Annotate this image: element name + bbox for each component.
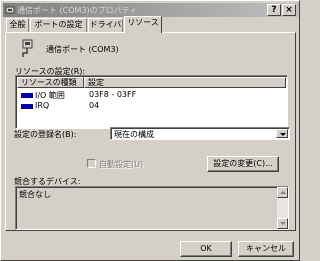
- change-setting-button[interactable]: 設定の変更(C)...: [207, 156, 279, 172]
- resources-panel: 通信ポート (COM3) リソースの設定(R): リソースの種類 設定 I/O …: [5, 32, 296, 231]
- tab-driver[interactable]: ドライバ: [88, 18, 123, 32]
- port-icon: [5, 6, 15, 14]
- resource-io-icon: [21, 93, 33, 98]
- cancel-button[interactable]: キャンセル: [238, 241, 294, 257]
- chevron-down-icon[interactable]: [276, 129, 288, 138]
- resource-list[interactable]: リソースの種類 設定 I/O 範囲 03F8 - 03FF IRQ 04: [15, 75, 288, 129]
- help-button[interactable]: ?: [267, 4, 281, 16]
- resource-setting: 04: [89, 101, 100, 110]
- scroll-up-icon[interactable]: [277, 187, 288, 198]
- tab-resources[interactable]: リソース: [124, 16, 162, 33]
- title-bar[interactable]: 通信ポート (COM3)のプロパティ ? ×: [3, 3, 299, 17]
- conflict-box[interactable]: 競合なし: [15, 186, 289, 230]
- device-name: 通信ポート (COM3): [46, 45, 119, 54]
- column-header-type[interactable]: リソースの種類: [17, 77, 84, 88]
- window-title: 通信ポート (COM3)のプロパティ: [17, 6, 138, 15]
- column-header-setting[interactable]: 設定: [84, 77, 286, 88]
- config-label: 設定の登録名(B):: [14, 130, 77, 139]
- resource-type: I/O 範囲: [35, 91, 65, 100]
- resource-type: IRQ: [35, 101, 50, 110]
- tab-port-settings[interactable]: ポートの設定: [30, 18, 87, 32]
- port-device-icon: [22, 39, 33, 57]
- config-value: 現在の構成: [114, 130, 154, 139]
- resource-irq-icon: [21, 104, 33, 109]
- properties-dialog: 通信ポート (COM3)のプロパティ ? × 全般 ポートの設定 ドライバ リソ…: [0, 0, 300, 261]
- conflict-scrollbar[interactable]: [277, 187, 288, 229]
- tab-general[interactable]: 全般: [6, 18, 29, 32]
- ok-button[interactable]: OK: [180, 241, 232, 257]
- config-select[interactable]: 現在の構成: [110, 127, 290, 140]
- auto-setting-label: 自動設定(U): [99, 160, 144, 169]
- auto-setting-checkbox[interactable]: [87, 159, 96, 168]
- conflict-text: 競合なし: [19, 190, 51, 199]
- close-button[interactable]: ×: [282, 4, 296, 16]
- scroll-down-icon[interactable]: [277, 218, 288, 229]
- resource-setting: 03F8 - 03FF: [89, 90, 137, 99]
